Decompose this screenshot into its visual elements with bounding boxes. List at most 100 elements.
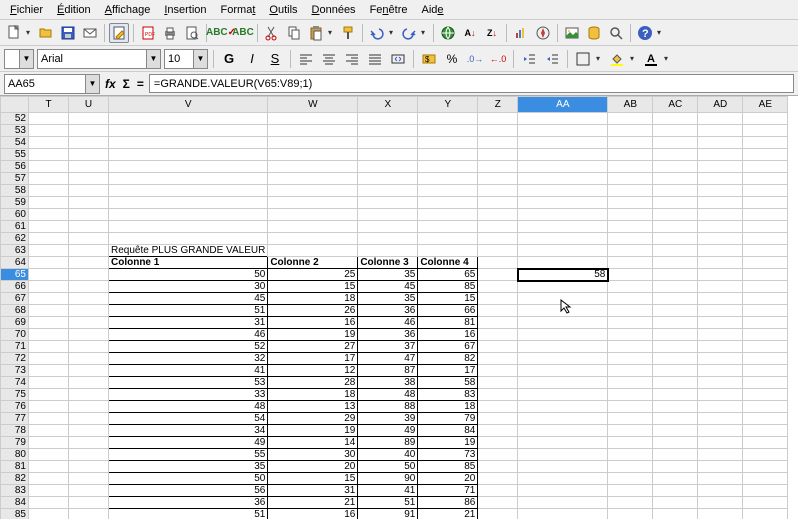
cell[interactable]	[698, 449, 743, 461]
cell[interactable]	[29, 365, 69, 377]
cell[interactable]	[29, 449, 69, 461]
email-icon[interactable]	[80, 23, 100, 43]
cell[interactable]	[698, 209, 743, 221]
col-header[interactable]: AD	[698, 97, 743, 113]
cell[interactable]	[698, 161, 743, 173]
pdf-icon[interactable]: PDF	[138, 23, 158, 43]
cell[interactable]	[268, 137, 358, 149]
cell-ref-input[interactable]	[5, 75, 85, 93]
cell[interactable]	[518, 173, 608, 185]
cell[interactable]	[268, 233, 358, 245]
cell[interactable]: 50	[109, 269, 268, 281]
row-header[interactable]: 63	[1, 245, 29, 257]
cell[interactable]	[608, 497, 653, 509]
cell[interactable]	[29, 401, 69, 413]
row-header[interactable]: 78	[1, 425, 29, 437]
cell[interactable]	[478, 389, 518, 401]
cell[interactable]	[608, 509, 653, 519]
hyperlink-icon[interactable]	[438, 23, 458, 43]
cell[interactable]: Colonne 2	[268, 257, 358, 269]
cell[interactable]: 36	[109, 497, 268, 509]
cell[interactable]	[608, 365, 653, 377]
cell[interactable]: 55	[109, 449, 268, 461]
cell[interactable]: 79	[418, 413, 478, 425]
cell[interactable]	[608, 173, 653, 185]
cell[interactable]	[653, 485, 698, 497]
cell[interactable]	[608, 329, 653, 341]
cell[interactable]	[653, 257, 698, 269]
row-header[interactable]: 70	[1, 329, 29, 341]
cell[interactable]	[268, 209, 358, 221]
cell[interactable]	[653, 305, 698, 317]
cell[interactable]: 66	[418, 305, 478, 317]
cell[interactable]	[418, 209, 478, 221]
cell[interactable]	[358, 185, 418, 197]
row-header[interactable]: 69	[1, 317, 29, 329]
cell[interactable]	[518, 425, 608, 437]
cell[interactable]: 36	[358, 329, 418, 341]
cell[interactable]	[698, 185, 743, 197]
cell[interactable]	[29, 161, 69, 173]
indent-dec-icon[interactable]	[519, 49, 539, 69]
cell[interactable]	[29, 209, 69, 221]
row-header[interactable]: 71	[1, 341, 29, 353]
cell[interactable]	[29, 341, 69, 353]
cell[interactable]	[358, 161, 418, 173]
cell[interactable]: 35	[109, 461, 268, 473]
cell[interactable]	[518, 317, 608, 329]
cell[interactable]	[478, 365, 518, 377]
cell[interactable]: 71	[418, 485, 478, 497]
cell[interactable]	[608, 317, 653, 329]
format-paint-icon[interactable]	[338, 23, 358, 43]
cell[interactable]	[418, 137, 478, 149]
cell[interactable]	[478, 185, 518, 197]
cell[interactable]	[653, 365, 698, 377]
cell[interactable]	[518, 185, 608, 197]
col-header[interactable]: Z	[478, 97, 518, 113]
row-header[interactable]: 79	[1, 437, 29, 449]
menu-edit[interactable]: Édition	[51, 3, 97, 17]
cell[interactable]	[698, 257, 743, 269]
cell[interactable]	[478, 257, 518, 269]
chart-icon[interactable]	[511, 23, 531, 43]
cell[interactable]	[268, 149, 358, 161]
cell[interactable]	[518, 449, 608, 461]
cell[interactable]	[608, 401, 653, 413]
cell[interactable]	[478, 485, 518, 497]
cell[interactable]: Colonne 3	[358, 257, 418, 269]
cell[interactable]	[358, 137, 418, 149]
cell[interactable]	[29, 221, 69, 233]
col-header[interactable]: AC	[653, 97, 698, 113]
row-header[interactable]: 77	[1, 413, 29, 425]
cell[interactable]	[268, 221, 358, 233]
cell[interactable]	[29, 269, 69, 281]
cell[interactable]	[478, 149, 518, 161]
cell[interactable]	[69, 365, 109, 377]
cell[interactable]	[698, 389, 743, 401]
cell[interactable]	[418, 125, 478, 137]
borders-dropdown-icon[interactable]: ▾	[596, 54, 604, 63]
cell[interactable]	[608, 437, 653, 449]
help-dropdown-icon[interactable]: ▾	[657, 28, 665, 37]
cell[interactable]: 15	[418, 293, 478, 305]
cell[interactable]	[418, 173, 478, 185]
cell[interactable]	[109, 197, 268, 209]
cell[interactable]	[358, 209, 418, 221]
cell[interactable]: 15	[268, 281, 358, 293]
cell[interactable]: 33	[109, 389, 268, 401]
col-header[interactable]: V	[109, 97, 268, 113]
cell[interactable]	[478, 461, 518, 473]
cell[interactable]: 45	[358, 281, 418, 293]
fontcolor-icon[interactable]: A	[641, 49, 661, 69]
cell[interactable]	[478, 173, 518, 185]
paste-dropdown-icon[interactable]: ▾	[328, 28, 336, 37]
cell[interactable]	[653, 497, 698, 509]
cell[interactable]: 41	[109, 365, 268, 377]
cell[interactable]	[698, 173, 743, 185]
cell[interactable]	[418, 233, 478, 245]
cell[interactable]: 40	[358, 449, 418, 461]
font-input[interactable]	[38, 50, 146, 68]
cell[interactable]	[743, 281, 788, 293]
row-header[interactable]: 67	[1, 293, 29, 305]
cell[interactable]	[518, 413, 608, 425]
